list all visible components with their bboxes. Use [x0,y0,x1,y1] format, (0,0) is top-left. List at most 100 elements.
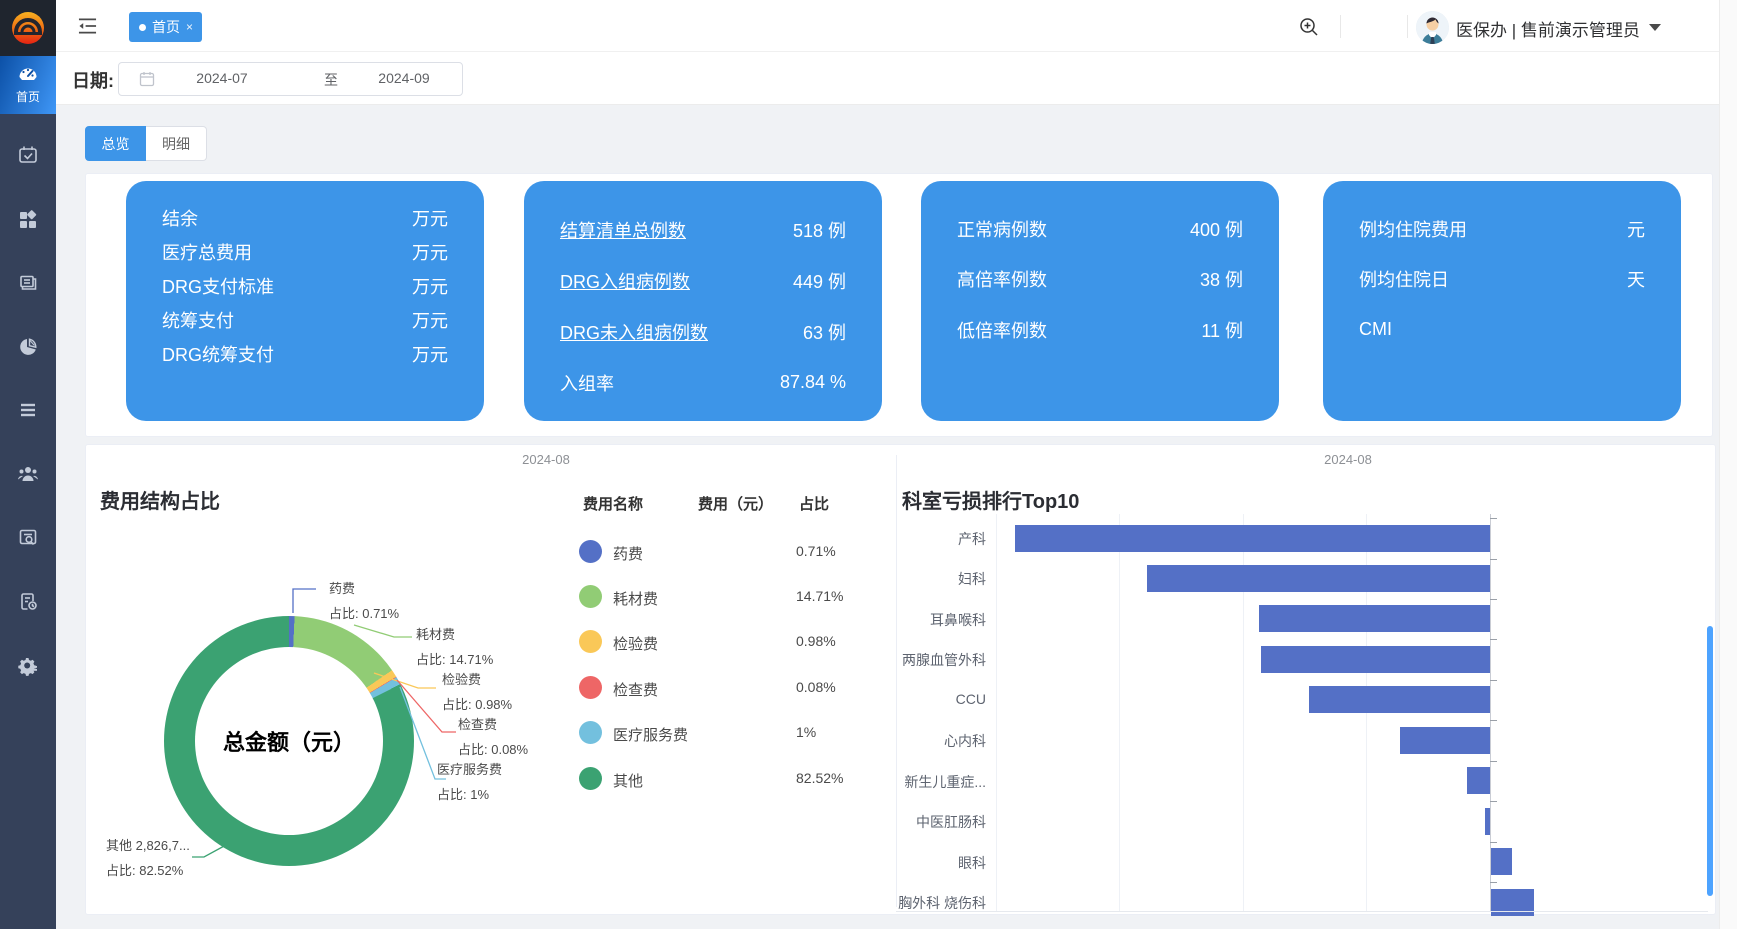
stat-value: 万元 [412,273,448,299]
bar-category-label: CCU [836,691,986,707]
sidebar-item-calendar[interactable] [0,133,56,177]
axis-tick [1490,680,1497,681]
axis-tick [1490,720,1497,721]
page-scrollbar[interactable] [1719,0,1737,929]
bar[interactable] [1400,727,1490,754]
stat-link-label[interactable]: DRG入组病例数 [560,268,690,294]
stat-value: 万元 [412,205,448,231]
legend-row[interactable]: 检查费0.08% [86,676,886,700]
stat-card-row: 正常病例数400 例 [957,216,1243,241]
legend-dot [579,721,602,744]
chart-scrollbar-thumb[interactable] [1707,626,1713,896]
bar[interactable] [1259,605,1490,632]
legend-share: 1% [796,724,816,740]
user-menu-label[interactable]: 医保办 | 售前演示管理员 [1456,16,1640,41]
left-chart-period: 2024-08 [466,452,626,467]
bar[interactable] [1309,686,1490,713]
legend-row[interactable]: 检验费0.98% [86,630,886,654]
bar-category-label: 新生儿重症... [836,772,986,792]
axis-tick [1490,842,1497,843]
legend-share: 14.71% [796,588,843,604]
bar-chart-baseline [896,911,1708,912]
stat-card: 结算清单总例数518 例DRG入组病例数449 例DRG未入组病例数63 例入组… [524,181,882,421]
header-divider [1340,15,1341,38]
legend-row[interactable]: 耗材费 14.71% [86,585,886,609]
bar-category-label: 产科 [836,529,986,549]
sidebar-item-home[interactable]: 首页 [0,52,56,114]
collapse-menu-icon[interactable] [78,17,97,35]
legend-row[interactable]: 药费0.71% [86,540,886,564]
bar-category-label: 妇科 [836,569,986,589]
stat-label: 高倍率例数 [957,266,1047,292]
axis-tick [1490,639,1497,640]
stat-link-label[interactable]: DRG未入组病例数 [560,319,708,345]
legend-header-name: 费用名称 [583,493,643,514]
axis-tick [1490,801,1497,802]
stat-label: 结余 [162,205,198,231]
legend-share: 0.08% [796,679,836,695]
sidebar-item-reports[interactable] [0,262,56,306]
bar-category-label: 两腺血管外科 [836,650,986,670]
bar[interactable] [1485,808,1490,835]
tab-label: 首页 [152,17,180,37]
tab-close-icon[interactable]: × [186,20,193,34]
dashboard-icon [16,62,40,86]
tab-home[interactable]: 首页 × [129,12,202,42]
brand-logo-icon [8,8,48,48]
user-avatar[interactable] [1416,11,1449,44]
date-end-input[interactable]: 2024-09 [369,70,439,86]
bar[interactable] [1147,565,1490,592]
right-chart-period: 2024-08 [1268,452,1428,467]
axis-tick [1490,559,1497,560]
grid-apps-icon [17,209,39,231]
axis-tick [1490,518,1497,519]
legend-name: 其他 [613,770,643,791]
bar[interactable] [1467,767,1490,794]
stat-value: 万元 [412,307,448,333]
stat-value: 87.84 % [780,372,846,393]
stat-link-label[interactable]: 结算清单总例数 [560,217,686,243]
sidebar-item-settings[interactable] [0,644,56,688]
stat-value: 元 [1627,216,1645,242]
legend-row[interactable]: 医疗服务费1% [86,721,886,745]
header-divider [1407,15,1408,38]
stat-label: 低倍率例数 [957,317,1047,343]
zoom-in-icon[interactable] [1298,16,1320,38]
stat-label: DRG支付标准 [162,273,274,299]
tab-active-dot [139,24,146,31]
tab-overview[interactable]: 总览 [85,126,146,161]
stat-card: 结余万元医疗总费用万元DRG支付标准万元统筹支付万元DRG统筹支付万元 [126,181,484,421]
sidebar-nav: 首页 [0,56,56,929]
users-icon [16,462,40,486]
stat-label: 例均住院费用 [1359,216,1467,242]
calendar-icon [139,71,155,87]
sidebar-item-list[interactable] [0,388,56,432]
stat-card-row: DRG未入组病例数63 例 [560,319,846,344]
doc-search-icon [17,527,39,549]
charts-panel: 2024-08 2024-08 费用结构占比 科室亏损排行Top10 总金额（元… [85,444,1716,915]
bar[interactable] [1261,646,1490,673]
sidebar-item-doc-search[interactable] [0,516,56,560]
legend-dot [579,630,602,653]
legend-row[interactable]: 其他82.52% [86,767,886,791]
stat-card: 正常病例数400 例高倍率例数38 例低倍率例数11 例 [921,181,1279,421]
sidebar-item-doc-history[interactable] [0,580,56,624]
avatar-icon [1416,11,1449,44]
chevron-down-icon[interactable] [1649,24,1661,31]
stat-card-row: 高倍率例数38 例 [957,267,1243,292]
bar-chart-gridline [1119,514,1120,911]
bar[interactable] [1491,848,1512,875]
sidebar-item-analysis[interactable] [0,325,56,369]
stat-card-row: 结余 万元 [162,205,448,230]
stat-card-row: DRG统筹支付万元 [162,341,448,366]
legend-name: 耗材费 [613,588,658,609]
sidebar-item-apps[interactable] [0,198,56,242]
sidebar-item-users[interactable] [0,452,56,496]
bar[interactable] [1015,525,1490,552]
tab-detail[interactable]: 明细 [146,126,207,161]
date-range-picker[interactable]: 2024-07 至 2024-09 [118,62,463,96]
app-logo[interactable] [0,0,56,56]
stat-card: 例均住院费用元例均住院日天CMI [1323,181,1681,421]
axis-tick [1490,599,1497,600]
date-start-input[interactable]: 2024-07 [187,70,257,86]
